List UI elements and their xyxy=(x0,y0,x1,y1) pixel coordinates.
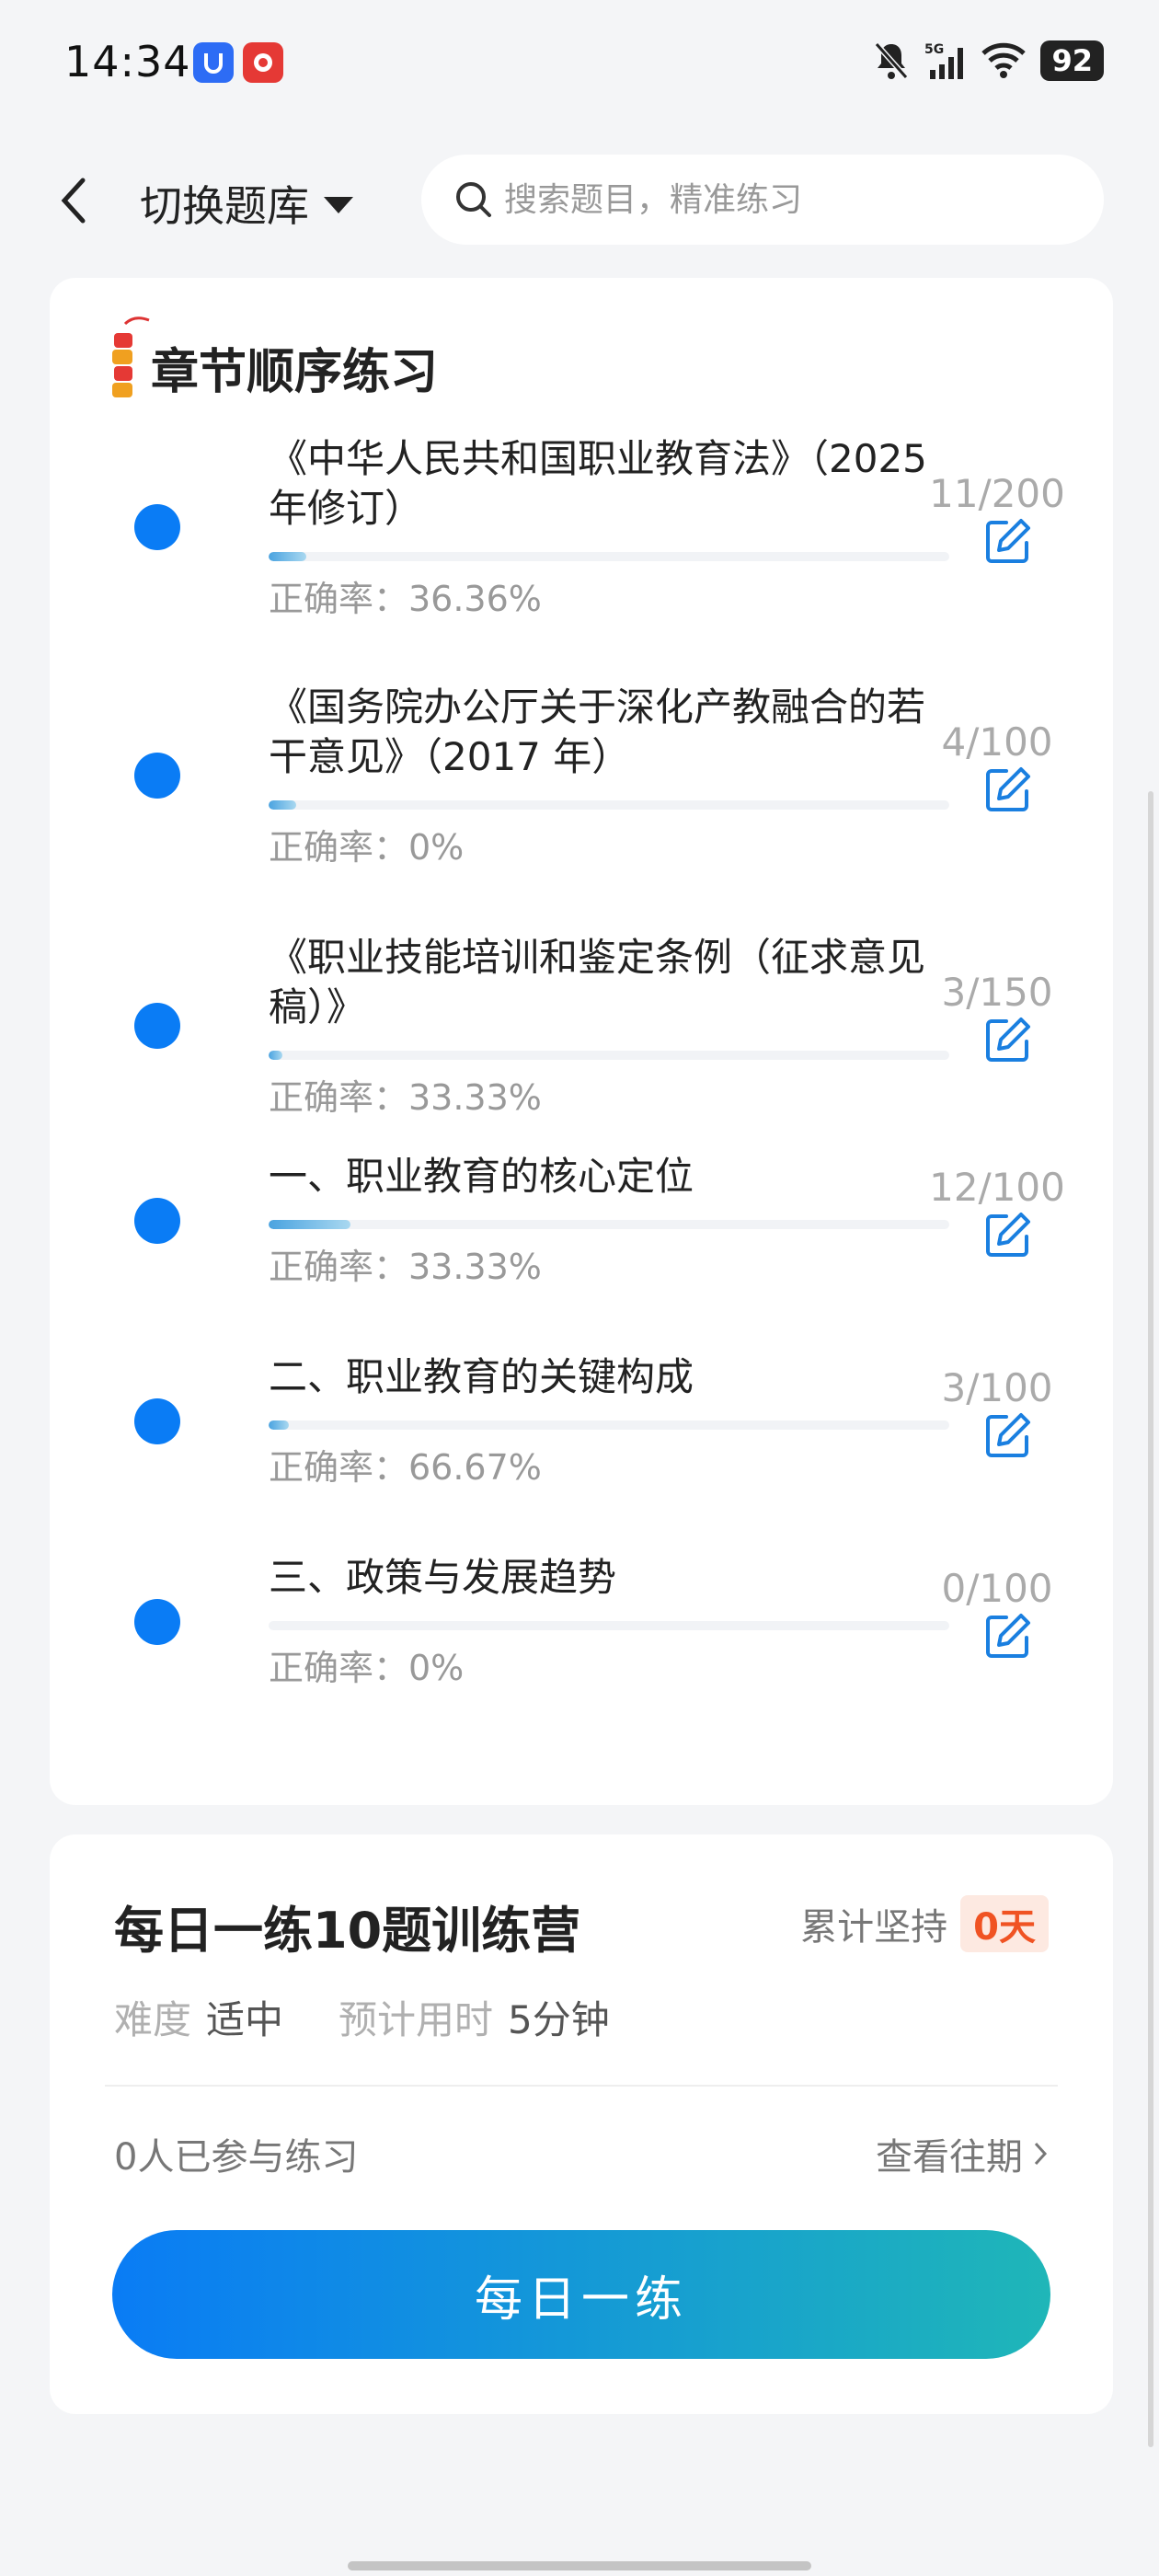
edit-icon[interactable] xyxy=(982,1014,1034,1065)
switch-bank-label: 切换题库 xyxy=(140,181,309,231)
chevron-left-icon[interactable] xyxy=(52,173,98,228)
persist-days-badge: 0天 xyxy=(960,1895,1049,1952)
switch-bank-dropdown[interactable]: 切换题库 xyxy=(140,173,353,234)
svg-text:5G: 5G xyxy=(924,42,944,57)
chapter-title: 《中华人民共和国职业教育法》（2025 年修订） xyxy=(269,436,927,531)
chapter-dot xyxy=(134,1599,180,1645)
chapter-practice-card: 章节顺序练习 《中华人民共和国职业教育法》（2025 年修订） 正确率：36.36… xyxy=(50,278,1113,1805)
progress-count: 4/100 xyxy=(941,719,1053,765)
progress-bar xyxy=(269,800,949,810)
time-label: 预计用时 xyxy=(339,1997,494,2042)
firecracker-icon xyxy=(112,316,150,397)
progress-count: 0/100 xyxy=(941,1566,1053,1611)
progress-count: 11/200 xyxy=(929,471,1065,516)
chevron-right-icon xyxy=(1034,2142,1048,2166)
progress-bar xyxy=(269,552,949,561)
progress-count: 12/100 xyxy=(929,1165,1065,1210)
mute-bell-icon xyxy=(875,42,909,79)
scrollbar[interactable] xyxy=(1148,791,1153,2447)
daily-meta: 难度 适中 预计用时 5分钟 xyxy=(114,1989,610,2045)
accuracy-text: 正确率：36.36% xyxy=(269,579,542,619)
chapter-dot xyxy=(134,1398,180,1444)
signal-icon: 5G xyxy=(924,42,964,79)
progress-fill xyxy=(269,1051,282,1060)
chapter-title: 一、职业教育的核心定位 xyxy=(269,1154,694,1199)
status-bar: 14:34 5G 92 xyxy=(0,0,1159,129)
chapter-title: 二、职业教育的关键构成 xyxy=(269,1354,694,1399)
daily-title: 每日一练10题训练营 xyxy=(114,1902,581,1960)
progress-count: 3/150 xyxy=(941,970,1053,1015)
chapter-row[interactable]: 《国务院办公厅关于深化产教融合的若干意见》（2017 年） 正确率：0% 4/100 xyxy=(50,683,1113,894)
search-box[interactable] xyxy=(421,155,1104,245)
divider xyxy=(105,2085,1058,2087)
chapter-row[interactable]: 一、职业教育的核心定位正确率：33.33% 12/100 xyxy=(50,1152,1113,1336)
edit-icon[interactable] xyxy=(982,515,1034,567)
progress-bar xyxy=(269,1051,949,1060)
persist-label: 累计坚持 xyxy=(800,1906,948,1949)
time-value: 5分钟 xyxy=(508,1997,610,2042)
search-icon xyxy=(456,182,491,217)
progress-fill xyxy=(269,1420,290,1430)
history-link[interactable]: 查看往期 xyxy=(876,2127,1049,2180)
difficulty-value: 适中 xyxy=(206,1997,284,2042)
app-notification-icon-2 xyxy=(243,42,283,83)
progress-fill xyxy=(269,552,306,561)
top-nav: 切换题库 xyxy=(0,138,1159,267)
chapter-title: 三、政策与发展趋势 xyxy=(269,1555,617,1600)
edit-icon[interactable] xyxy=(982,764,1034,815)
accuracy-text: 正确率：33.33% xyxy=(269,1247,542,1287)
search-input[interactable] xyxy=(502,179,1058,220)
edit-icon[interactable] xyxy=(982,1610,1034,1662)
progress-count: 3/100 xyxy=(941,1365,1053,1410)
status-time: 14:34 xyxy=(64,37,191,86)
history-link-label: 查看往期 xyxy=(876,2136,1023,2179)
progress-bar xyxy=(269,1220,949,1229)
wifi-icon xyxy=(981,42,1027,78)
chapter-row[interactable]: 《中华人民共和国职业教育法》（2025 年修订） 正确率：36.36% 11/200 xyxy=(50,434,1113,646)
chapter-title: 《国务院办公厅关于深化产教融合的若干意见》（2017 年） xyxy=(269,684,926,779)
chapter-dot xyxy=(134,753,180,799)
chapter-row[interactable]: 《职业技能培训和鉴定条例（征求意见稿）》正确率：33.33% 3/150 xyxy=(50,933,1113,1144)
app-notification-icon xyxy=(193,42,234,83)
home-indicator[interactable] xyxy=(348,2561,811,2570)
daily-practice-card: 每日一练10题训练营 累计坚持 0天 难度 适中 预计用时 5分钟 0人已参与练… xyxy=(50,1834,1113,2414)
battery-level: 92 xyxy=(1040,40,1104,81)
accuracy-text: 正确率：33.33% xyxy=(269,1077,542,1118)
chapter-title: 《职业技能培训和鉴定条例（征求意见稿）》 xyxy=(269,935,926,1029)
progress-fill xyxy=(269,1220,350,1229)
accuracy-text: 正确率：0% xyxy=(269,827,465,868)
difficulty-label: 难度 xyxy=(114,1997,192,2042)
chapter-dot xyxy=(134,504,180,550)
chapter-row[interactable]: 二、职业教育的关键构成正确率：66.67% 3/100 xyxy=(50,1352,1113,1536)
section-title: 章节顺序练习 xyxy=(151,345,439,400)
chapter-row[interactable]: 三、政策与发展趋势正确率：0% 0/100 xyxy=(50,1553,1113,1737)
accuracy-text: 正确率：66.67% xyxy=(269,1447,542,1488)
accuracy-text: 正确率：0% xyxy=(269,1648,465,1688)
chapter-dot xyxy=(134,1003,180,1049)
daily-practice-button[interactable]: 每日一练 xyxy=(112,2230,1050,2359)
participants-count: 0人已参与练习 xyxy=(114,2136,359,2179)
progress-fill xyxy=(269,800,296,810)
chapter-dot xyxy=(134,1198,180,1244)
progress-bar xyxy=(269,1621,949,1630)
edit-icon[interactable] xyxy=(982,1209,1034,1260)
progress-bar xyxy=(269,1420,949,1430)
persist-counter: 累计坚持 0天 xyxy=(800,1895,1049,1952)
caret-down-icon xyxy=(324,197,353,213)
edit-icon[interactable] xyxy=(982,1409,1034,1461)
